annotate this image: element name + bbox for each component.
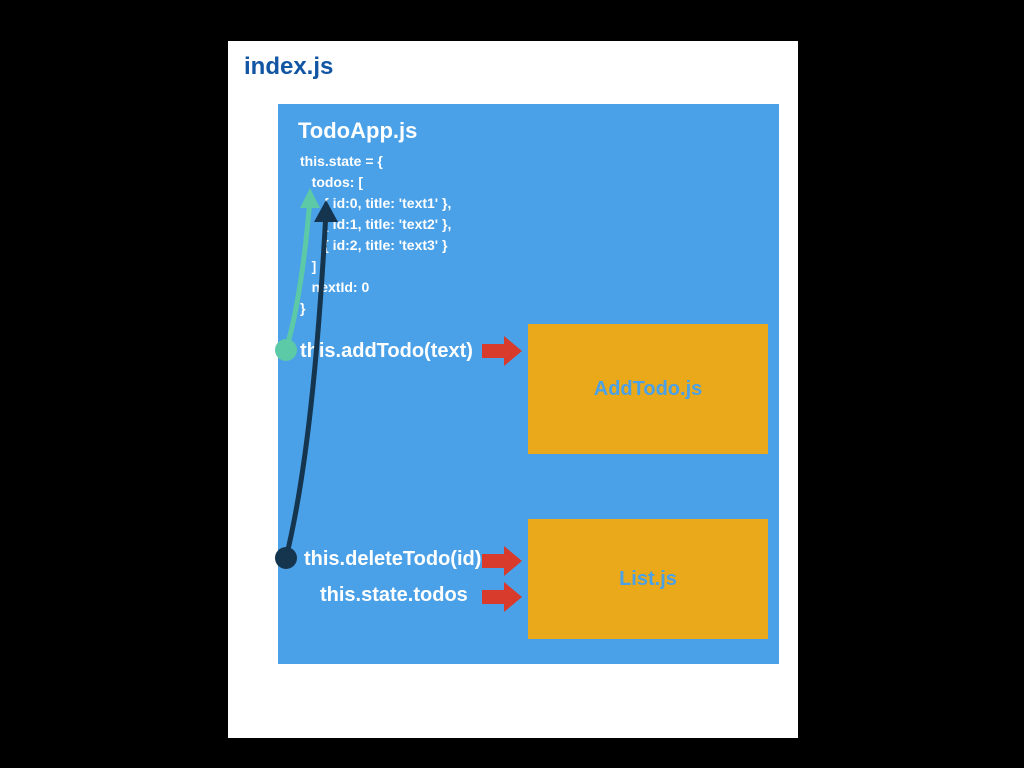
todoapp-title: TodoApp.js [298, 118, 417, 144]
code-line: nextId: 0 [300, 279, 369, 295]
label-deletetodo: this.deleteTodo(id) [304, 548, 481, 571]
child-addtodo-label: AddTodo.js [594, 378, 703, 401]
code-line: { id:0, title: 'text1' }, [300, 195, 451, 211]
code-line: { id:2, title: 'text3' } [300, 237, 447, 253]
code-line: } [300, 300, 305, 316]
code-line: ] , [300, 258, 324, 274]
child-list-box: List.js [528, 519, 768, 639]
code-line: { id:1, title: 'text2' }, [300, 216, 451, 232]
code-line: this.state = { [300, 153, 383, 169]
index-title: index.js [244, 53, 333, 81]
child-addtodo-box: AddTodo.js [528, 324, 768, 454]
label-state-todos: this.state.todos [320, 584, 468, 607]
code-line: todos: [ [300, 174, 363, 190]
state-code-block: this.state = { todos: [ { id:0, title: '… [300, 151, 451, 319]
child-list-label: List.js [619, 568, 677, 591]
label-addtodo: this.addTodo(text) [300, 340, 473, 363]
